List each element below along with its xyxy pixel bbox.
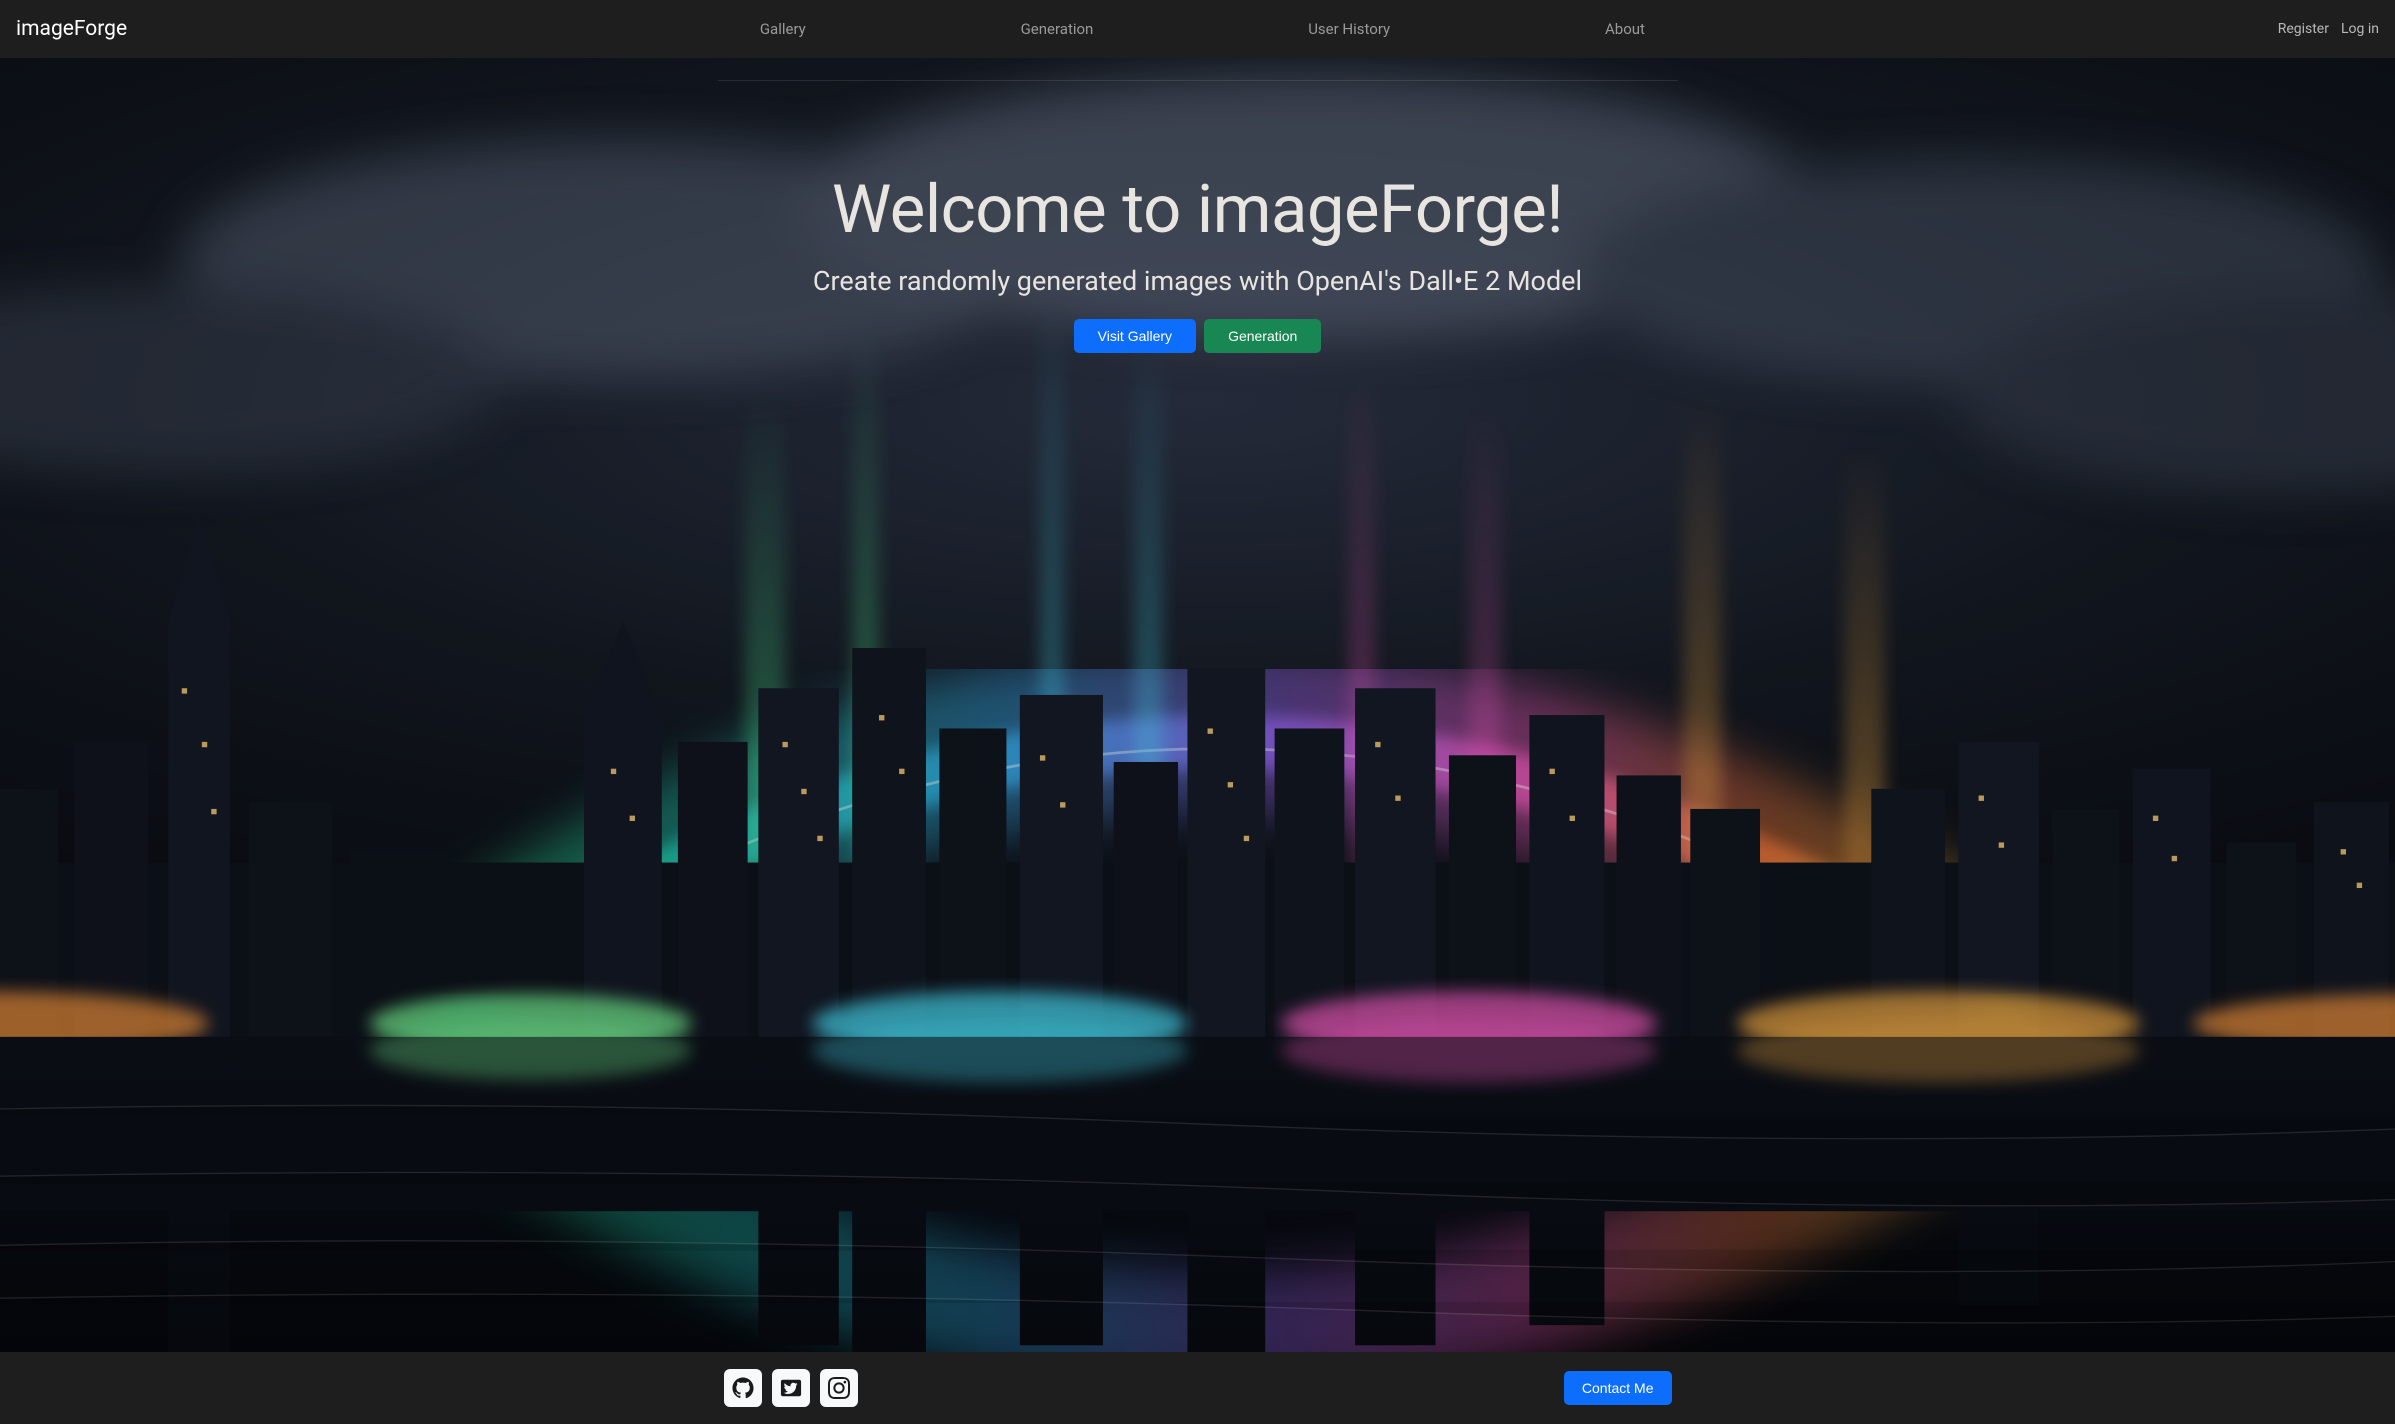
- twitter-icon[interactable]: [772, 1369, 810, 1407]
- login-link[interactable]: Log in: [2341, 20, 2379, 38]
- hero-section: Welcome to imageForge! Create randomly g…: [0, 58, 2395, 1352]
- nav-gallery[interactable]: Gallery: [744, 12, 822, 46]
- nav-user-history[interactable]: User History: [1292, 12, 1406, 46]
- hero-buttons: Visit Gallery Generation: [813, 319, 1582, 353]
- register-link[interactable]: Register: [2278, 20, 2329, 38]
- visit-gallery-button[interactable]: Visit Gallery: [1074, 319, 1196, 353]
- nav-links: Gallery Generation User History About: [652, 12, 1752, 46]
- nav-generation[interactable]: Generation: [1005, 12, 1110, 46]
- brand-logo[interactable]: imageForge: [16, 17, 127, 41]
- hero-title: Welcome to imageForge!: [813, 171, 1582, 249]
- footer: Contact Me: [0, 1352, 2395, 1424]
- hero-content: Welcome to imageForge! Create randomly g…: [813, 81, 1582, 353]
- social-icons: [724, 1369, 858, 1407]
- instagram-icon[interactable]: [820, 1369, 858, 1407]
- hero-subtitle: Create randomly generated images with Op…: [813, 265, 1582, 297]
- nav-about[interactable]: About: [1589, 12, 1661, 46]
- navbar: imageForge Gallery Generation User Histo…: [0, 0, 2395, 58]
- github-icon[interactable]: [724, 1369, 762, 1407]
- generation-button[interactable]: Generation: [1204, 319, 1321, 353]
- contact-button[interactable]: Contact Me: [1564, 1371, 1672, 1405]
- auth-links: Register Log in: [2278, 20, 2379, 38]
